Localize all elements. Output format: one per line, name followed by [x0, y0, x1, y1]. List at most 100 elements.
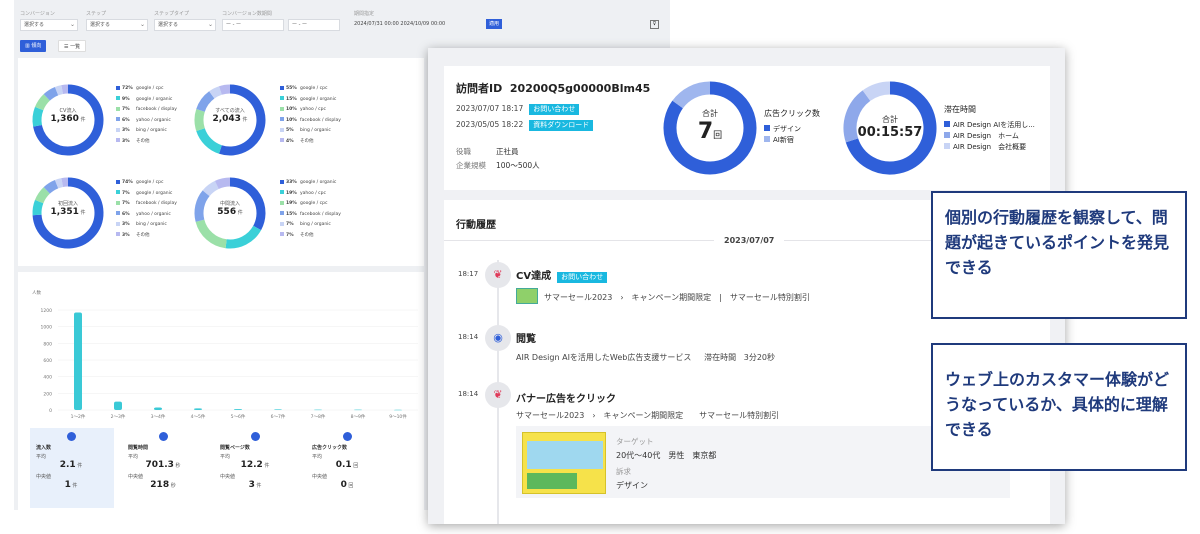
filter-label: 期間指定 [354, 11, 375, 17]
event-tag: お問い合わせ [529, 104, 580, 115]
legend-item: 19% google / cpc [280, 199, 341, 210]
stat-icon [66, 432, 76, 441]
legend-item: 4% その他 [280, 137, 341, 148]
conversion-select[interactable]: 選択する ⌄ [20, 19, 78, 31]
filter-icon[interactable]: ⊽ [650, 20, 659, 29]
bar[interactable] [394, 409, 402, 411]
banner-image [522, 432, 606, 494]
stay-time-title: 滞在時間 [944, 105, 976, 114]
bar[interactable] [114, 401, 122, 410]
role-row: 役職 正社員 [456, 147, 519, 156]
donut-segment [194, 109, 205, 131]
filter-label: コンバージョン数期間 [222, 11, 272, 17]
cv-icon: ❦ [485, 262, 511, 288]
donut-legend: 74% google / cpc 7% google / organic 7% faceb… [116, 178, 177, 241]
donut-label: CV流入 1,360 件 [50, 108, 86, 124]
donut-segment [54, 85, 64, 96]
legend-item: 7% bing / organic [280, 220, 341, 231]
tab-list[interactable]: ☰ 一覧 [58, 40, 87, 52]
donut-legend: 33% google / organic 19% yahoo / cpc 19% goog… [280, 178, 341, 241]
bar[interactable] [314, 409, 322, 411]
stay-time-legend: AIR Design AIを活用し... AIR Design ホーム AIR … [944, 120, 1035, 153]
legend-item: 9% google / organic [116, 95, 177, 106]
legend-item: 3% bing / organic [116, 126, 177, 137]
legend-item: 6% yahoo / organic [116, 116, 177, 127]
stat-card: 流入数 平均 2.1 件 中央値 1 件 [36, 432, 106, 490]
bar[interactable] [194, 408, 202, 410]
appeal-label: 訴求 [616, 467, 631, 476]
legend-item: 3% その他 [116, 231, 177, 242]
donut-label: 初回流入 1,351 件 [50, 201, 86, 217]
x-tick-label: 7〜8件 [311, 413, 326, 420]
cv-period-input-2[interactable]: ー - ー [288, 19, 340, 31]
donut-charts [32, 84, 266, 249]
cv-period-input[interactable]: ー - ー [222, 19, 284, 31]
donut-segment [195, 219, 227, 249]
legend-item: 55% google / cpc [280, 84, 341, 95]
event-path: サマーセール2023 › キャンペーン期間限定 | サマーセール特別割引 [544, 293, 810, 302]
history-date: 2023/07/07 [714, 236, 785, 245]
page-title: AIR Design AIを活用したWeb広告支援サービス 滞在時間 3分20秒 [516, 353, 776, 362]
step-select[interactable]: 選択する ⌄ [86, 19, 148, 31]
x-tick-label: 1〜2件 [71, 413, 86, 420]
legend-item: 7% その他 [280, 231, 341, 242]
x-tick-label: 6〜7件 [271, 413, 286, 420]
bar[interactable] [154, 407, 162, 411]
legend-item: 72% google / cpc [116, 84, 177, 95]
appeal-value: デザイン [616, 481, 648, 490]
donut-label: すべての流入 2,043 件 [212, 108, 248, 124]
x-tick-label: 8〜9件 [351, 413, 366, 420]
donut-segment [225, 225, 262, 249]
legend-item: 7% google / organic [116, 189, 177, 200]
bar-chart-panel: 人数 1200 1000 800 600 400 200 0 1〜2件 2〜3件 3〜4件 4〜5件 5… [18, 272, 424, 510]
legend-item: 15% facebook / display [280, 210, 341, 221]
donut-segment [202, 180, 219, 197]
donut-segment [61, 84, 69, 94]
ad-click-total: 合計 7回 [697, 109, 723, 144]
x-tick-label: 2〜3件 [111, 413, 126, 420]
event-time: 18:17 [458, 270, 479, 278]
event-row: 2023/05/05 18:22 資料ダウンロード [456, 120, 594, 131]
stay-time-total: 合計 00:15:57 [857, 115, 923, 140]
stat-icon [158, 432, 168, 441]
visitor-id: 訪問者ID 20200Q5g00000Blm45 [456, 82, 651, 95]
event-title: CV達成 お問い合わせ [516, 267, 608, 283]
filter-label: ステップ [86, 11, 107, 17]
y-tick-label: 400 [43, 375, 52, 381]
event-row: 2023/07/07 18:17 お問い合わせ [456, 104, 580, 115]
donut-segment [54, 178, 64, 189]
y-tick-label: 800 [43, 341, 52, 347]
bar[interactable] [74, 312, 82, 411]
apply-button[interactable]: 適用 [486, 19, 502, 29]
y-tick-label: 200 [43, 391, 52, 397]
bar[interactable] [234, 409, 242, 410]
y-axis-label: 人数 [32, 289, 41, 296]
history-title: 行動履歴 [456, 220, 496, 231]
legend-item: 3% bing / organic [116, 220, 177, 231]
period-value[interactable]: 2024/07/31 00:00 2024/10/09 00:00 [354, 21, 445, 27]
step-type-select[interactable]: 選択する ⌄ [154, 19, 216, 31]
ad-click-legend: デザイン AI新宿 [764, 124, 801, 146]
donut-segment [196, 127, 223, 154]
visitor-summary-card: 訪問者ID 20200Q5g00000Blm45 2023/07/07 18:1… [444, 66, 1050, 190]
company-size-row: 企業規模 100〜500人 [456, 161, 540, 170]
filter-label: コンバージョン [20, 11, 55, 17]
donut-legend: 72% google / cpc 9% google / organic 7% faceb… [116, 84, 177, 147]
donut-segment [43, 86, 59, 101]
target-label: ターゲット [616, 437, 654, 446]
bar[interactable] [354, 409, 362, 411]
ad-click-title: 広告クリック数 [764, 109, 820, 118]
donut-label: 中間流入 556 件 [217, 201, 243, 217]
donut-segment [32, 106, 44, 127]
event-time: 18:14 [458, 390, 479, 398]
legend-item: 5% bing / organic [280, 126, 341, 137]
x-tick-label: 5〜6件 [231, 413, 246, 420]
callout-understand: ウェブ上のカスタマー体験がどうなっているか、具体的に理解できる [931, 343, 1187, 471]
tab-trend[interactable]: ▥ 傾向 [20, 40, 47, 52]
target-value: 20代〜40代 男性 東京都 [616, 451, 717, 460]
legend-item: 19% yahoo / cpc [280, 189, 341, 200]
event-path: サマーセール2023 › キャンペーン期間限定 サマーセール特別割引 [516, 411, 780, 420]
bar[interactable] [274, 409, 282, 410]
event-title: 閲覧 [516, 334, 536, 345]
event-time: 18:14 [458, 333, 479, 341]
